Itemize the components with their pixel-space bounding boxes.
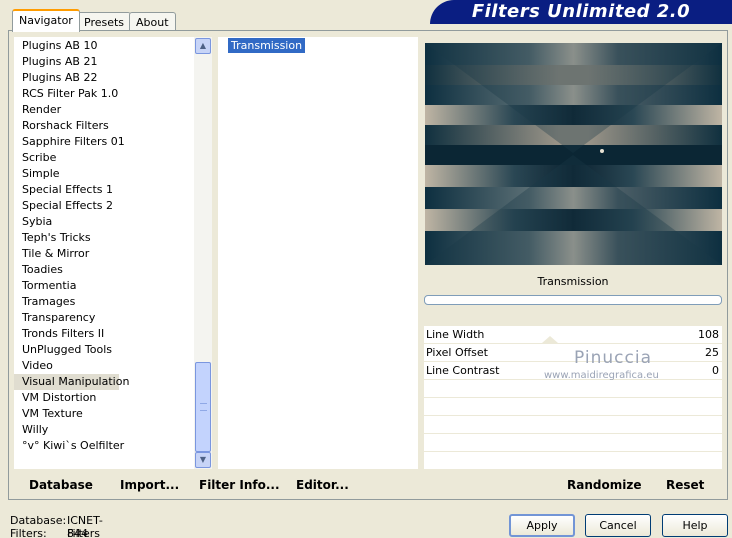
watermark-name: Pinuccia (574, 348, 652, 368)
list-item[interactable]: Tronds Filters II (14, 326, 104, 342)
tab-presets[interactable]: Presets (77, 12, 132, 32)
parameter-value: 0 (712, 364, 719, 377)
reset-button[interactable]: Reset (666, 478, 704, 492)
parameter-row (424, 452, 722, 470)
list-item[interactable]: Tile & Mirror (14, 246, 89, 262)
status-filters-label: Filters: (10, 527, 47, 538)
list-item[interactable]: Plugins AB 21 (14, 54, 97, 70)
editor-button[interactable]: Editor... (296, 478, 349, 492)
list-item[interactable]: Visual Manipulation (14, 374, 129, 390)
list-item[interactable]: Render (14, 102, 61, 118)
selected-filter-name: Transmission (537, 275, 609, 288)
status-filters: Filters: 844 (10, 527, 88, 538)
list-item[interactable]: UnPlugged Tools (14, 342, 112, 358)
parameter-row[interactable]: Pixel Offset 25 (424, 344, 722, 362)
list-item[interactable]: Rorshack Filters (14, 118, 109, 134)
apply-button[interactable]: Apply (509, 514, 575, 537)
slider-arrow-icon[interactable] (542, 336, 558, 343)
list-item[interactable]: Plugins AB 22 (14, 70, 97, 86)
list-item[interactable]: Sapphire Filters 01 (14, 134, 125, 150)
help-button[interactable]: Help (662, 514, 728, 537)
list-item[interactable]: Willy (14, 422, 48, 438)
chevron-down-icon[interactable]: ▼ (195, 452, 211, 468)
list-item[interactable]: VM Distortion (14, 390, 96, 406)
list-item[interactable]: °v° Kiwi`s Oelfilter (14, 438, 124, 454)
tab-about[interactable]: About (129, 12, 176, 32)
list-item[interactable]: Tormentia (14, 278, 76, 294)
list-item[interactable]: Special Effects 2 (14, 198, 113, 214)
list-item[interactable]: Simple (14, 166, 60, 182)
preview-image (425, 43, 722, 265)
parameter-panel: Line Width 108 Pixel Offset 25 Line Contrast… (424, 326, 722, 470)
progress-bar (424, 295, 722, 305)
list-item[interactable]: Special Effects 1 (14, 182, 113, 198)
parameter-value: 108 (698, 328, 719, 341)
list-item[interactable]: Toadies (14, 262, 63, 278)
category-scrollbar[interactable]: ▲ ▼ (194, 37, 212, 469)
watermark-site: www.maidiregrafica.eu (544, 370, 659, 381)
cancel-button[interactable]: Cancel (585, 514, 651, 537)
preview-art (425, 43, 722, 265)
parameter-row[interactable]: Line Width 108 (424, 326, 722, 344)
filter-list[interactable]: Transmission (218, 37, 418, 469)
parameter-label: Line Contrast (426, 364, 500, 377)
list-item[interactable]: Plugins AB 10 (14, 38, 97, 54)
status-db-label: Database: (10, 514, 67, 527)
parameter-row (424, 380, 722, 398)
parameter-value: 25 (705, 346, 719, 359)
list-item[interactable]: Teph's Tricks (14, 230, 91, 246)
category-list[interactable]: Plugins AB 10 Plugins AB 21 Plugins AB 22 R… (14, 37, 194, 469)
parameter-row (424, 398, 722, 416)
list-item[interactable]: Tramages (14, 294, 75, 310)
list-item[interactable]: Scribe (14, 150, 56, 166)
scroll-thumb[interactable] (195, 362, 211, 452)
parameter-row (424, 416, 722, 434)
status-filters-value: 844 (67, 527, 88, 538)
parameter-label: Pixel Offset (426, 346, 488, 359)
list-item[interactable]: Transparency (14, 310, 95, 326)
app-title: Filters Unlimited 2.0 (430, 0, 732, 24)
list-item[interactable]: Sybia (14, 214, 52, 230)
database-button[interactable]: Database (29, 478, 93, 492)
parameter-row (424, 434, 722, 452)
list-item[interactable]: RCS Filter Pak 1.0 (14, 86, 118, 102)
import-button[interactable]: Import... (120, 478, 179, 492)
parameter-label: Line Width (426, 328, 485, 341)
status-database: Database: ICNET-Filters (10, 514, 103, 538)
tab-navigator[interactable]: Navigator (12, 9, 80, 32)
filter-item-transmission[interactable]: Transmission (228, 38, 306, 53)
randomize-button[interactable]: Randomize (567, 478, 641, 492)
filter-info-button[interactable]: Filter Info... (199, 478, 280, 492)
chevron-up-icon[interactable]: ▲ (195, 38, 211, 54)
list-item[interactable]: Video (14, 358, 53, 374)
list-item[interactable]: VM Texture (14, 406, 83, 422)
